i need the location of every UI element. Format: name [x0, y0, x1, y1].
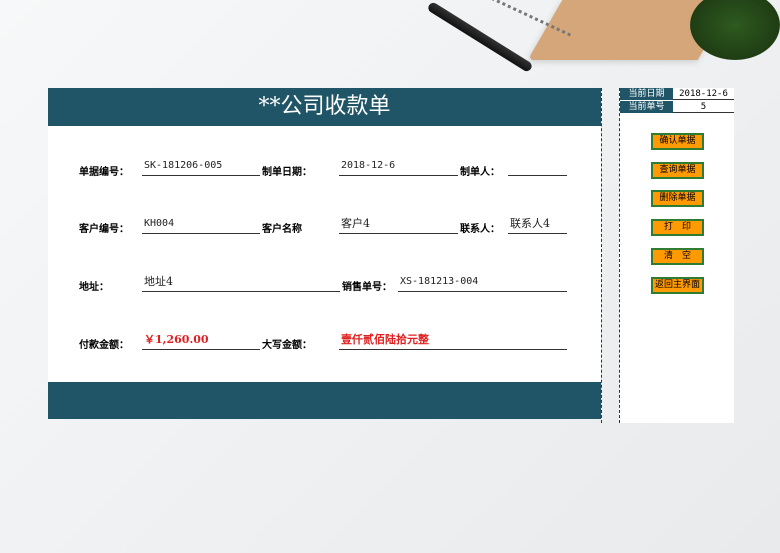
- plant-decoration: [690, 0, 780, 60]
- notebook-spiral-decoration: [448, 0, 572, 82]
- customer-no-field[interactable]: KH004: [142, 217, 260, 234]
- doc-date-label: 制单日期：: [262, 167, 312, 178]
- receipt-no-field[interactable]: SK-181206-005: [142, 159, 260, 176]
- sales-no-label: 销售单号：: [342, 282, 392, 293]
- customer-name-field[interactable]: 客户4: [339, 217, 458, 234]
- amount-words-field: 壹仟贰佰陆拾元整: [339, 333, 567, 350]
- query-receipt-button[interactable]: 查询单据: [651, 162, 704, 179]
- contact-label: 联系人：: [460, 224, 500, 235]
- address-label: 地址：: [79, 282, 109, 293]
- receipt-sheet: **公司收款单 单据编号： SK-181206-005 制单日期： 2018-1…: [48, 88, 601, 419]
- creator-label: 制单人：: [460, 167, 500, 178]
- receipt-no-label: 单据编号：: [79, 167, 129, 178]
- customer-name-label: 客户名称: [262, 224, 302, 235]
- contact-field[interactable]: 联系人4: [508, 217, 567, 234]
- current-date-label: 当前日期: [620, 88, 673, 100]
- address-field[interactable]: 地址4: [142, 275, 340, 292]
- payment-amount-field[interactable]: ￥1,260.00: [142, 333, 260, 350]
- current-date-value: 2018-12-6: [673, 88, 734, 100]
- payment-amount-label: 付款金额：: [79, 340, 129, 351]
- customer-no-label: 客户编号：: [79, 224, 129, 235]
- current-no-row: 当前单号 5: [620, 101, 735, 113]
- print-button[interactable]: 打 印: [651, 219, 704, 236]
- receipt-title: **公司收款单: [48, 88, 601, 126]
- current-no-value: 5: [673, 101, 734, 113]
- current-no-label: 当前单号: [620, 101, 673, 113]
- receipt-footer-bar: [48, 382, 601, 419]
- doc-date-field[interactable]: 2018-12-6: [339, 159, 458, 176]
- return-main-button[interactable]: 返回主界面: [651, 277, 704, 294]
- page-break-line: [601, 88, 602, 423]
- confirm-receipt-button[interactable]: 确认单据: [651, 133, 704, 150]
- control-panel: 当前日期 2018-12-6 当前单号 5 确认单据 查询单据 删除单据 打 印…: [619, 88, 734, 423]
- delete-receipt-button[interactable]: 删除单据: [651, 190, 704, 207]
- creator-field[interactable]: [508, 159, 567, 176]
- amount-words-label: 大写金额：: [262, 340, 312, 351]
- clear-button[interactable]: 清 空: [651, 248, 704, 265]
- current-date-row: 当前日期 2018-12-6: [620, 88, 735, 100]
- sales-no-field[interactable]: XS-181213-004: [398, 275, 567, 292]
